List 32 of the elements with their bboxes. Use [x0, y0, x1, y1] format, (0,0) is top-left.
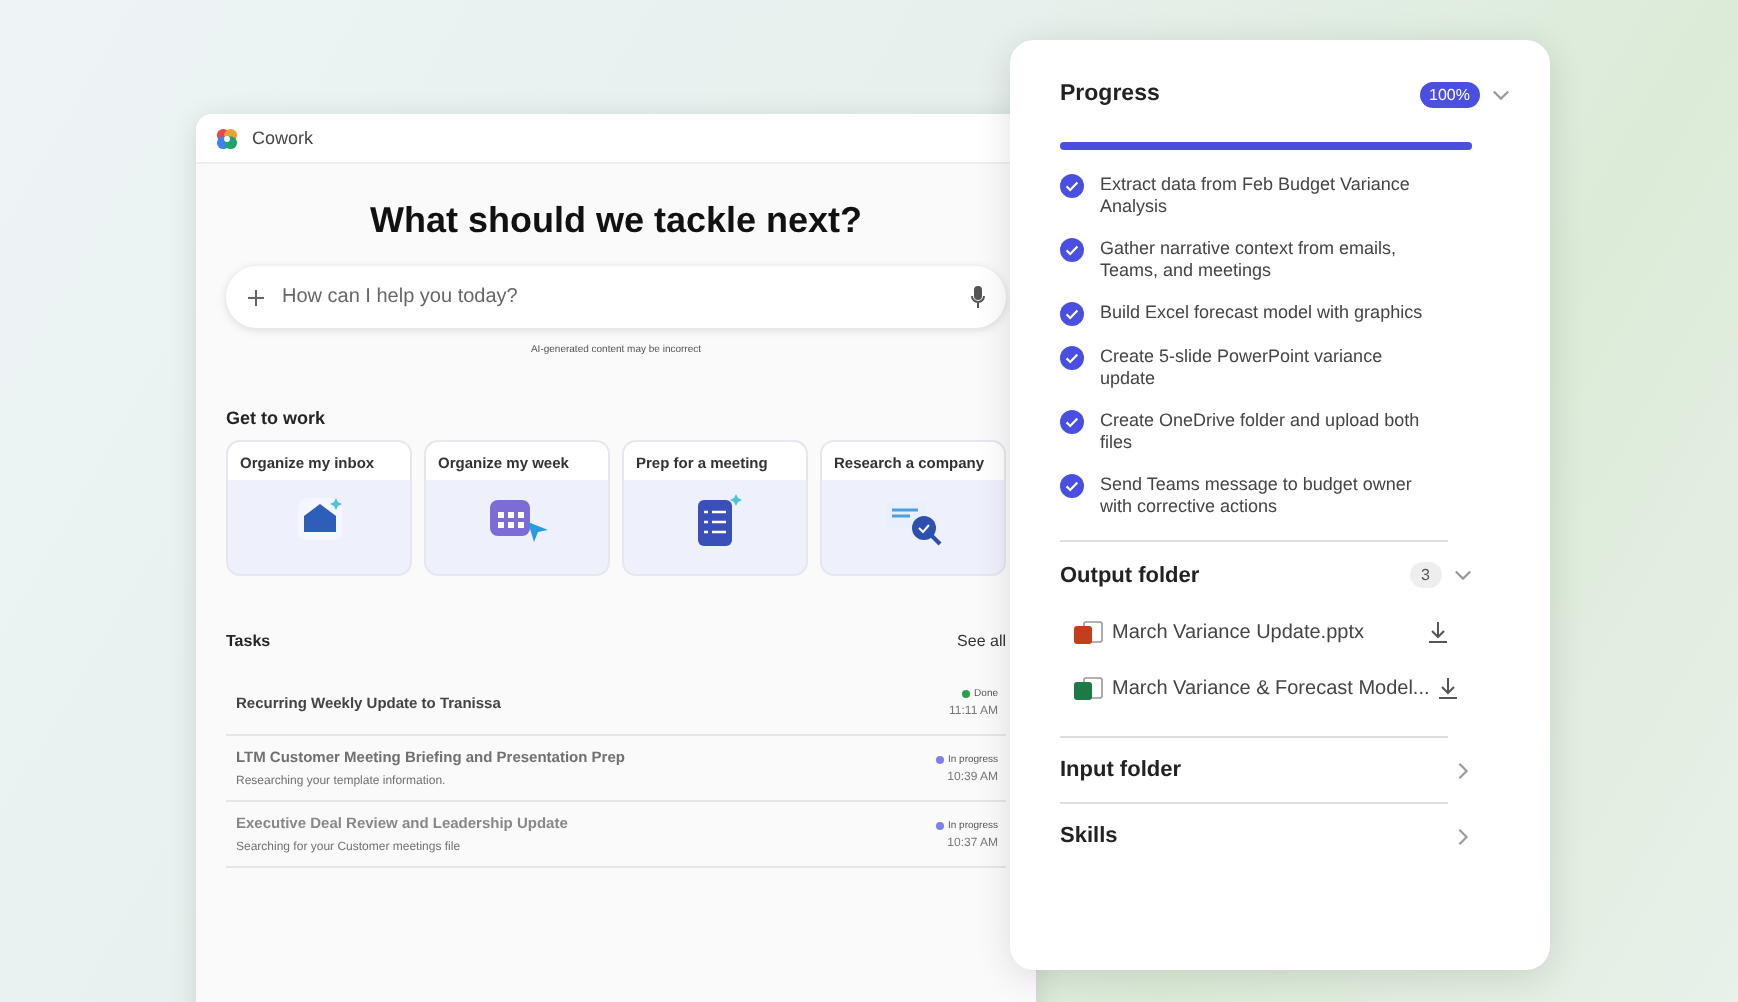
count-badge: 3: [1409, 562, 1442, 588]
step-text: Create OneDrive folder and upload both files: [1100, 410, 1422, 454]
percent-badge: 100%: [1419, 81, 1480, 107]
download-icon[interactable]: [1437, 677, 1458, 699]
chevron-down-icon: [1492, 85, 1510, 103]
section-title: Tasks: [226, 632, 271, 650]
window-title: Cowork: [252, 128, 314, 148]
step-text: Gather narrative context from emails, Teams, and meetings: [1100, 238, 1399, 282]
panel-title: Progress: [1060, 82, 1160, 106]
chevron-right-icon: [1454, 761, 1472, 779]
file-name[interactable]: March Variance & Forecast Model...: [1112, 677, 1430, 699]
microphone-icon: [970, 286, 986, 308]
prompt-input[interactable]: How can I help you today?: [278, 284, 958, 310]
file-icon: [1074, 619, 1104, 645]
see-all-link[interactable]: See all: [957, 632, 1006, 650]
file-icon: [1074, 675, 1104, 701]
chevron-right-icon: [1454, 827, 1472, 845]
step-text: Create 5-slide PowerPoint variance update: [1100, 346, 1385, 390]
section-title: Get to work: [226, 408, 328, 428]
step-text: Build Excel forecast model with graphics: [1100, 302, 1423, 324]
folder-section-header[interactable]: Output folder 3: [1060, 562, 1472, 588]
folder-section-header[interactable]: Skills: [1060, 824, 1472, 848]
step-text: Send Teams message to budget owner with corrective actions: [1100, 474, 1414, 518]
file-name[interactable]: March Variance Update.pptx: [1112, 621, 1420, 643]
heading: What should we tackle next?: [367, 200, 865, 242]
download-icon[interactable]: [1428, 621, 1448, 643]
folder-section-header[interactable]: Input folder: [1060, 758, 1472, 782]
chevron-down-icon: [1454, 566, 1472, 584]
prompt-field[interactable]: How can I help you today?: [226, 266, 1006, 328]
plus-icon[interactable]: [246, 287, 266, 307]
step-text: Extract data from Feb Budget Variance Analysis: [1100, 174, 1412, 218]
logo-icon: [216, 127, 238, 149]
